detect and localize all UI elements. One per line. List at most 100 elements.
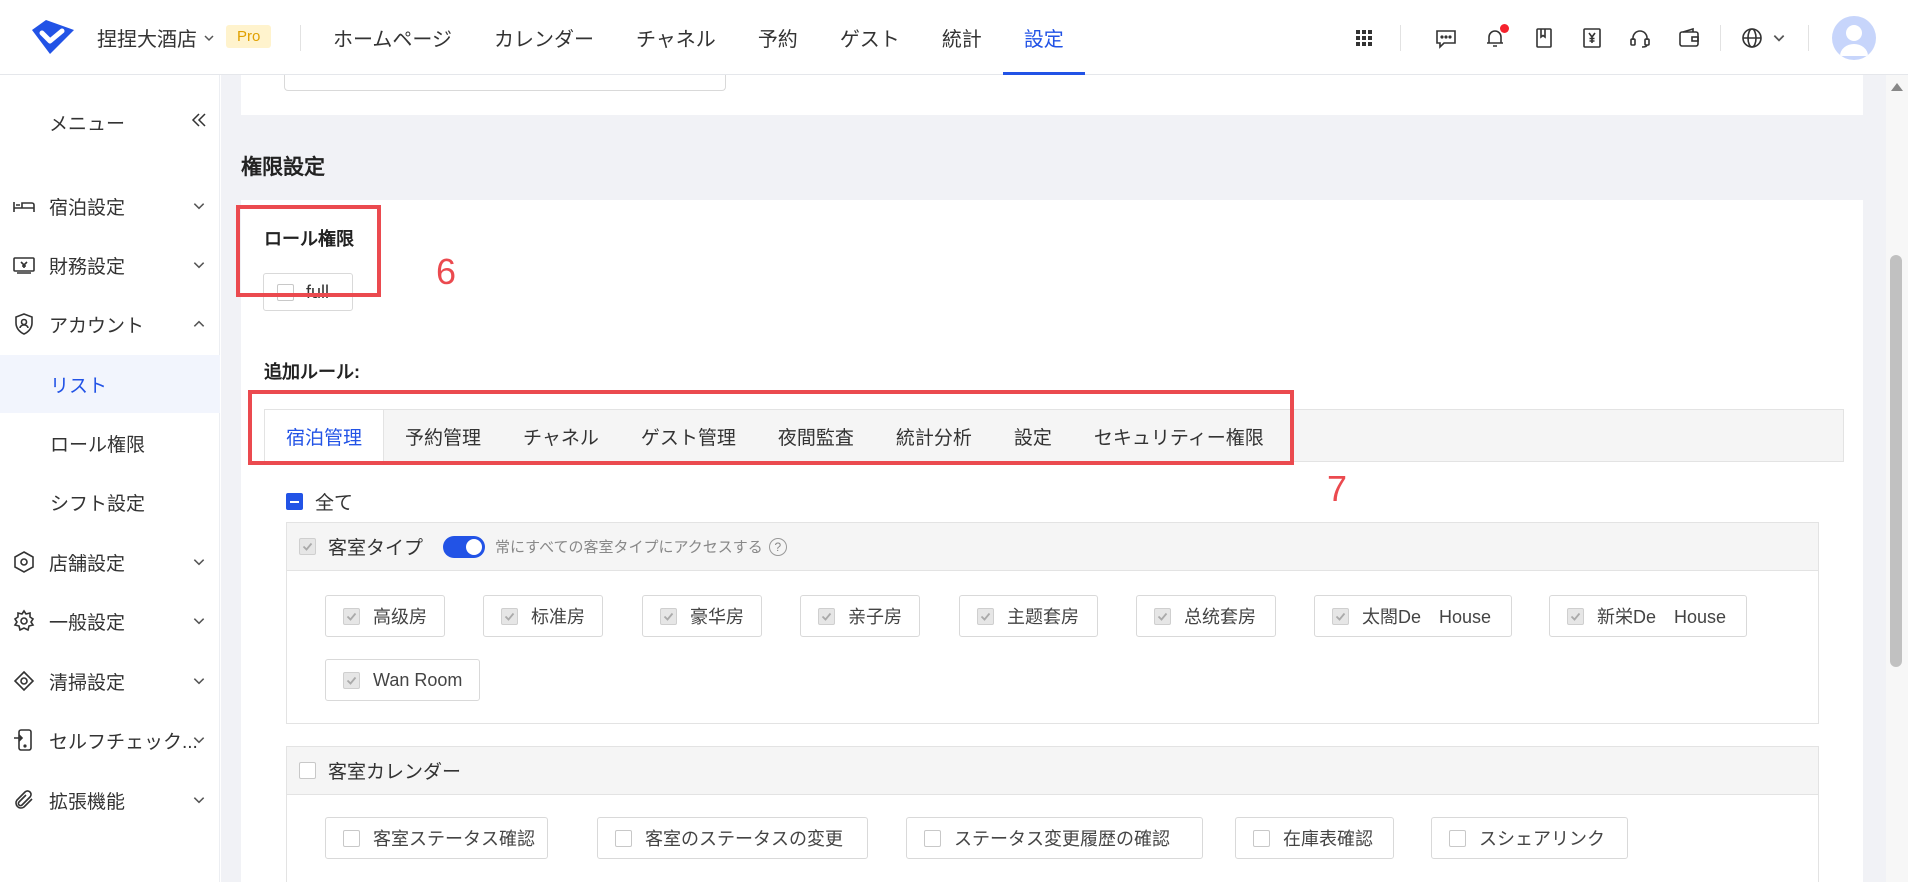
sidebar-item-lodging[interactable]: 宿泊設定 <box>0 177 220 235</box>
check-icon <box>821 612 832 621</box>
sidebar-item-extensions[interactable]: 拡張機能 <box>0 771 220 829</box>
sidebar-item-label: リスト <box>50 375 108 397</box>
check-icon <box>302 542 313 551</box>
option-label: スシェアリンク <box>1479 829 1605 849</box>
cleaning-icon <box>13 670 35 692</box>
chevron-down-icon <box>193 797 205 804</box>
checkbox[interactable] <box>1154 607 1171 625</box>
wallet-icon[interactable] <box>1677 26 1701 50</box>
room-type-option[interactable]: Wan Room <box>325 659 480 701</box>
nav-home[interactable]: ホームページ <box>312 0 473 75</box>
checkbox[interactable] <box>977 607 994 625</box>
group-label: 客室カレンダー <box>328 762 462 783</box>
message-icon[interactable] <box>1434 26 1458 50</box>
nav-settings[interactable]: 設定 <box>1002 0 1085 75</box>
sidebar-item-label: 清掃設定 <box>49 672 126 694</box>
calendar-option[interactable]: 在庫表確認 <box>1235 817 1394 859</box>
chevron-down-icon <box>193 203 205 210</box>
select-all[interactable]: 全て <box>286 488 353 515</box>
sidebar-item-label: 一般設定 <box>49 612 126 634</box>
book-icon[interactable] <box>1532 26 1556 50</box>
sidebar-item-shift-settings[interactable]: シフト設定 <box>0 473 220 531</box>
all-room-types-toggle[interactable] <box>443 535 486 558</box>
check-icon <box>346 612 357 621</box>
nav-statistics[interactable]: 統計 <box>921 0 1003 75</box>
checkbox[interactable] <box>615 829 632 847</box>
apps-grid-icon[interactable] <box>1352 26 1376 50</box>
checkbox[interactable] <box>501 607 518 625</box>
divider <box>1400 25 1401 51</box>
checkbox[interactable] <box>1253 829 1270 847</box>
checkbox[interactable] <box>924 829 941 847</box>
calendar-option[interactable]: ステータス変更履歴の確認 <box>906 817 1203 859</box>
scrollbar-thumb[interactable] <box>1890 255 1902 667</box>
sidebar-item-general[interactable]: 一般設定 <box>0 592 220 650</box>
divider <box>1720 25 1721 51</box>
select-all-label: 全て <box>315 493 354 514</box>
headset-icon[interactable] <box>1628 26 1652 50</box>
sidebar-item-label: 拡張機能 <box>49 791 126 813</box>
annotation-number: 7 <box>1327 468 1348 509</box>
room-type-option[interactable]: 豪华房 <box>642 595 762 637</box>
nav-channel[interactable]: チャネル <box>615 0 737 75</box>
sidebar-item-self-checkin[interactable]: セルフチェック... <box>0 711 220 769</box>
room-calendar-checkbox[interactable] <box>299 762 316 779</box>
help-icon[interactable]: ? <box>768 537 787 556</box>
account-shield-icon <box>15 313 33 335</box>
annotation-box <box>236 205 381 297</box>
room-type-checkbox[interactable] <box>299 538 316 555</box>
toggle-label: 常にすべての客室タイプにアクセスする <box>495 539 763 556</box>
scrollbar[interactable] <box>1886 75 1908 882</box>
checkbox[interactable] <box>1449 829 1466 847</box>
sidebar-item-cleaning[interactable]: 清掃設定 <box>0 652 220 710</box>
main-nav: ホームページ カレンダー チャネル 予約 ゲスト 統計 設定 <box>312 0 1085 75</box>
nav-guest[interactable]: ゲスト <box>819 0 921 75</box>
room-type-option[interactable]: 标准房 <box>483 595 603 637</box>
sidebar-item-role-permissions[interactable]: ロール権限 <box>0 414 220 472</box>
globe-icon[interactable] <box>1740 26 1764 50</box>
nav-calendar[interactable]: カレンダー <box>473 0 615 75</box>
section-title: 権限設定 <box>241 156 325 179</box>
calendar-option[interactable]: 客室ステータス確認 <box>325 817 548 859</box>
room-type-option[interactable]: 太閤De House <box>1314 595 1512 637</box>
sidebar-item-account[interactable]: アカウント <box>0 295 220 353</box>
select-all-checkbox[interactable] <box>286 493 303 510</box>
invoice-yen-icon[interactable] <box>1580 26 1604 50</box>
hotel-name: 捏捏大酒店 <box>97 29 197 51</box>
nav-reservation[interactable]: 予約 <box>737 0 819 75</box>
sidebar-item-list[interactable]: リスト <box>0 355 220 413</box>
check-icon <box>504 612 515 621</box>
room-type-option[interactable]: 亲子房 <box>800 595 920 637</box>
top-bar: 捏捏大酒店 Pro ホームページ カレンダー チャネル 予約 ゲスト 統計 設定 <box>0 0 1908 75</box>
room-type-option[interactable]: 主题套房 <box>959 595 1098 637</box>
checkbox[interactable] <box>660 607 677 625</box>
option-label: ステータス変更履歴の確認 <box>954 829 1170 849</box>
room-type-option[interactable]: 高级房 <box>325 595 445 637</box>
checkbox[interactable] <box>343 829 360 847</box>
chevron-down-icon[interactable] <box>1772 31 1786 45</box>
check-icon <box>663 612 674 621</box>
checkbox[interactable] <box>343 671 360 689</box>
checkbox[interactable] <box>818 607 835 625</box>
checkbox[interactable] <box>1567 607 1584 625</box>
room-type-option[interactable]: 总统套房 <box>1136 595 1276 637</box>
collapse-sidebar-icon[interactable] <box>190 111 208 129</box>
sidebar-item-store[interactable]: 店舗設定 <box>0 533 220 591</box>
calendar-option[interactable]: スシェアリンク <box>1431 817 1628 859</box>
calendar-option[interactable]: 客室のステータスの変更 <box>597 817 868 859</box>
chevron-up-icon <box>193 320 205 327</box>
avatar[interactable] <box>1832 16 1876 60</box>
checkbox[interactable] <box>343 607 360 625</box>
app-logo-icon[interactable] <box>28 16 78 58</box>
bed-icon <box>13 202 35 212</box>
self-checkin-icon <box>14 729 32 751</box>
input-field[interactable] <box>284 75 726 91</box>
scroll-up-icon[interactable] <box>1891 83 1903 91</box>
room-type-option[interactable]: 新栄De House <box>1549 595 1747 637</box>
hotel-selector[interactable]: 捏捏大酒店 <box>97 23 215 52</box>
option-label: 在庫表確認 <box>1283 829 1373 849</box>
option-label: 总统套房 <box>1184 607 1256 627</box>
checkbox[interactable] <box>1332 607 1349 625</box>
option-label: 豪华房 <box>690 607 744 627</box>
sidebar-item-finance[interactable]: 財務設定 <box>0 236 220 294</box>
